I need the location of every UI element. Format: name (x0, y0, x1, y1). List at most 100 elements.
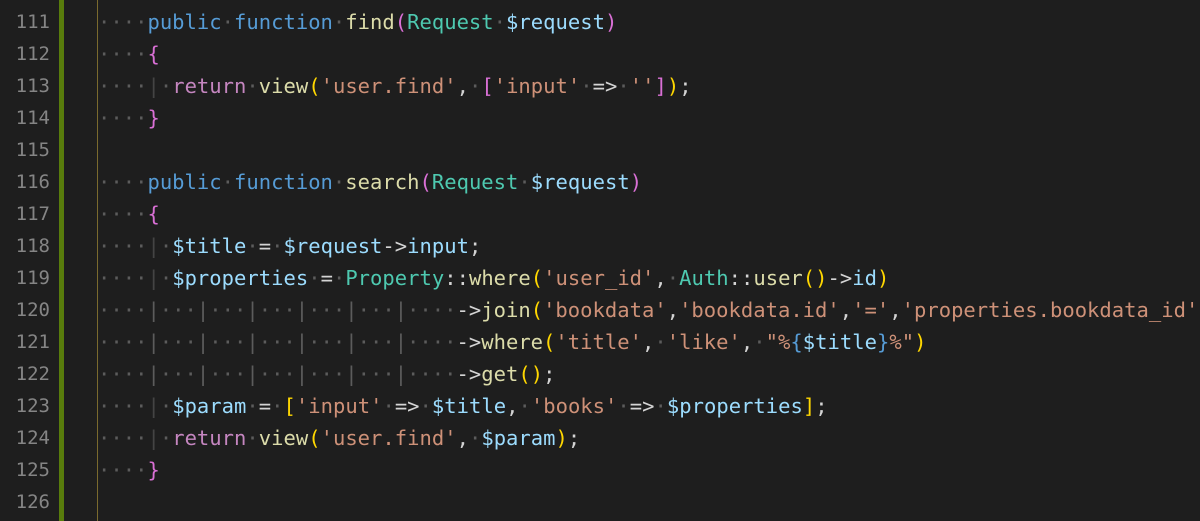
bracket: ) (604, 10, 618, 34)
line-number: 113 (15, 75, 50, 97)
line-content[interactable]: ····|·$param·=·['input'·=>·$title,·'book… (98, 390, 828, 422)
line-content[interactable]: ····} (98, 454, 160, 486)
line-content[interactable]: ····|···|···|···|···|···|····->get(); (98, 358, 555, 390)
variable: $properties (666, 394, 803, 418)
bracket: ( (530, 266, 544, 290)
string-literal: 'bookdata.id' (679, 298, 840, 322)
line-content[interactable]: ····public·function·search(Request·$requ… (98, 166, 642, 198)
operator: => (394, 394, 420, 418)
line-content[interactable]: ····|·$properties·=·Property::where('use… (98, 262, 889, 294)
whitespace-marker: · (580, 74, 593, 98)
line-content[interactable]: ····|·return·view('user.find',·$param); (98, 422, 580, 454)
bracket: () (802, 266, 828, 290)
bracket: () (518, 362, 544, 386)
code-line[interactable]: 121 ····|···|···|···|···|···|····->where… (0, 326, 1200, 358)
bracket: ] (802, 394, 816, 418)
bracket: [ (283, 394, 296, 418)
line-number: 112 (15, 43, 50, 65)
whitespace-marker: ···· (98, 202, 148, 226)
code-line[interactable]: 113 ····|·return·view('user.find',·['inp… (0, 70, 1200, 102)
indent-guide: | (147, 74, 160, 98)
function-name: join (481, 298, 531, 322)
bracket: ] (654, 74, 667, 98)
whitespace-marker: · (332, 170, 346, 194)
punctuation: , (654, 266, 667, 290)
line-content[interactable]: ····{ (98, 198, 160, 230)
line-number: 118 (15, 235, 50, 257)
code-editor[interactable]: 111 ····public·function·find(Request·$re… (0, 0, 1200, 521)
code-line[interactable]: 118 ····|·$title·=·$request->input; (0, 230, 1200, 262)
whitespace-marker: · (246, 426, 259, 450)
whitespace-marker: · (518, 170, 531, 194)
whitespace-marker: ···· (98, 106, 148, 130)
function-name: view (258, 74, 309, 98)
code-line[interactable]: 117 ····{ (0, 198, 1200, 230)
line-content[interactable]: ····|···|···|···|···|···|····->join('boo… (98, 294, 1200, 326)
whitespace-marker: · (159, 266, 173, 290)
whitespace-marker: ···· (98, 170, 148, 194)
bracket: ) (877, 266, 890, 290)
code-line[interactable]: 114 ····} (0, 102, 1200, 134)
line-number: 126 (15, 491, 50, 513)
code-line[interactable]: 116 ····public·function·search(Request·$… (0, 166, 1200, 198)
line-content[interactable]: ····|···|···|···|···|···|····->where('ti… (98, 326, 926, 358)
string-literal: 'title' (555, 330, 642, 354)
code-line[interactable]: 123 ····|·$param·=·['input'·=>·$title,·'… (0, 390, 1200, 422)
code-line[interactable]: 111 ····public·function·find(Request·$re… (0, 6, 1200, 38)
bracket: ( (308, 426, 321, 450)
variable: $title (802, 330, 877, 354)
code-line[interactable]: 126 (0, 486, 1200, 518)
whitespace-marker: · (654, 330, 667, 354)
whitespace-marker: · (468, 426, 482, 450)
whitespace-marker: · (159, 426, 173, 450)
indent-guide: | (147, 234, 160, 258)
interpolation-brace: } (876, 330, 890, 354)
string-literal: '' (629, 74, 655, 98)
string-literal: 'user.find' (320, 426, 457, 450)
string-literal: 'input' (493, 74, 581, 98)
whitespace-marker: ····|···|···|···|···|···|···· (98, 362, 457, 386)
string-literal: 'input' (295, 394, 383, 418)
code-line[interactable]: 115 (0, 134, 1200, 166)
code-line[interactable]: 119 ····|·$properties·=·Property::where(… (0, 262, 1200, 294)
punctuation: , (456, 426, 469, 450)
line-content[interactable]: ····|·$title·=·$request->input; (98, 230, 481, 262)
code-line[interactable]: 112 ····{ (0, 38, 1200, 70)
punctuation: , (839, 298, 853, 322)
line-content[interactable]: ····} (98, 102, 160, 134)
whitespace-marker: · (271, 394, 284, 418)
whitespace-marker: · (271, 234, 284, 258)
operator: -> (456, 362, 482, 386)
code-line[interactable]: 122 ····|···|···|···|···|···|····->get()… (0, 358, 1200, 390)
code-lines[interactable]: 111 ····public·function·find(Request·$re… (0, 6, 1200, 518)
operator: -> (456, 330, 482, 354)
string-literal: 'user.find' (320, 74, 457, 98)
line-content[interactable]: ····{ (98, 38, 160, 70)
whitespace-marker: · (246, 394, 259, 418)
line-number: 115 (15, 139, 50, 161)
code-line[interactable]: 120 ····|···|···|···|···|···|····->join(… (0, 294, 1200, 326)
bracket: } (147, 458, 160, 482)
punctuation: , (641, 330, 655, 354)
type-name: Request (407, 10, 494, 34)
line-number: 123 (15, 395, 50, 417)
bracket: ( (394, 10, 408, 34)
keyword: public (147, 170, 222, 194)
whitespace-marker: · (468, 74, 482, 98)
variable: $request (530, 170, 630, 194)
keyword: return (172, 74, 247, 98)
line-content[interactable]: ····public·function·find(Request·$reques… (98, 6, 617, 38)
operator: = (258, 234, 272, 258)
bracket: ) (555, 426, 568, 450)
operator: => (592, 74, 618, 98)
function-name: where (481, 330, 544, 354)
operator: -> (456, 298, 482, 322)
code-line[interactable]: 124 ····|·return·view('user.find',·$para… (0, 422, 1200, 454)
line-content[interactable]: ····|·return·view('user.find',·['input'·… (98, 70, 692, 102)
interpolation-brace: { (790, 330, 803, 354)
whitespace-marker: · (617, 394, 630, 418)
bracket: { (147, 42, 160, 66)
code-line[interactable]: 125 ····} (0, 454, 1200, 486)
string-literal: 'bookdata' (543, 298, 667, 322)
punctuation: , (456, 74, 469, 98)
